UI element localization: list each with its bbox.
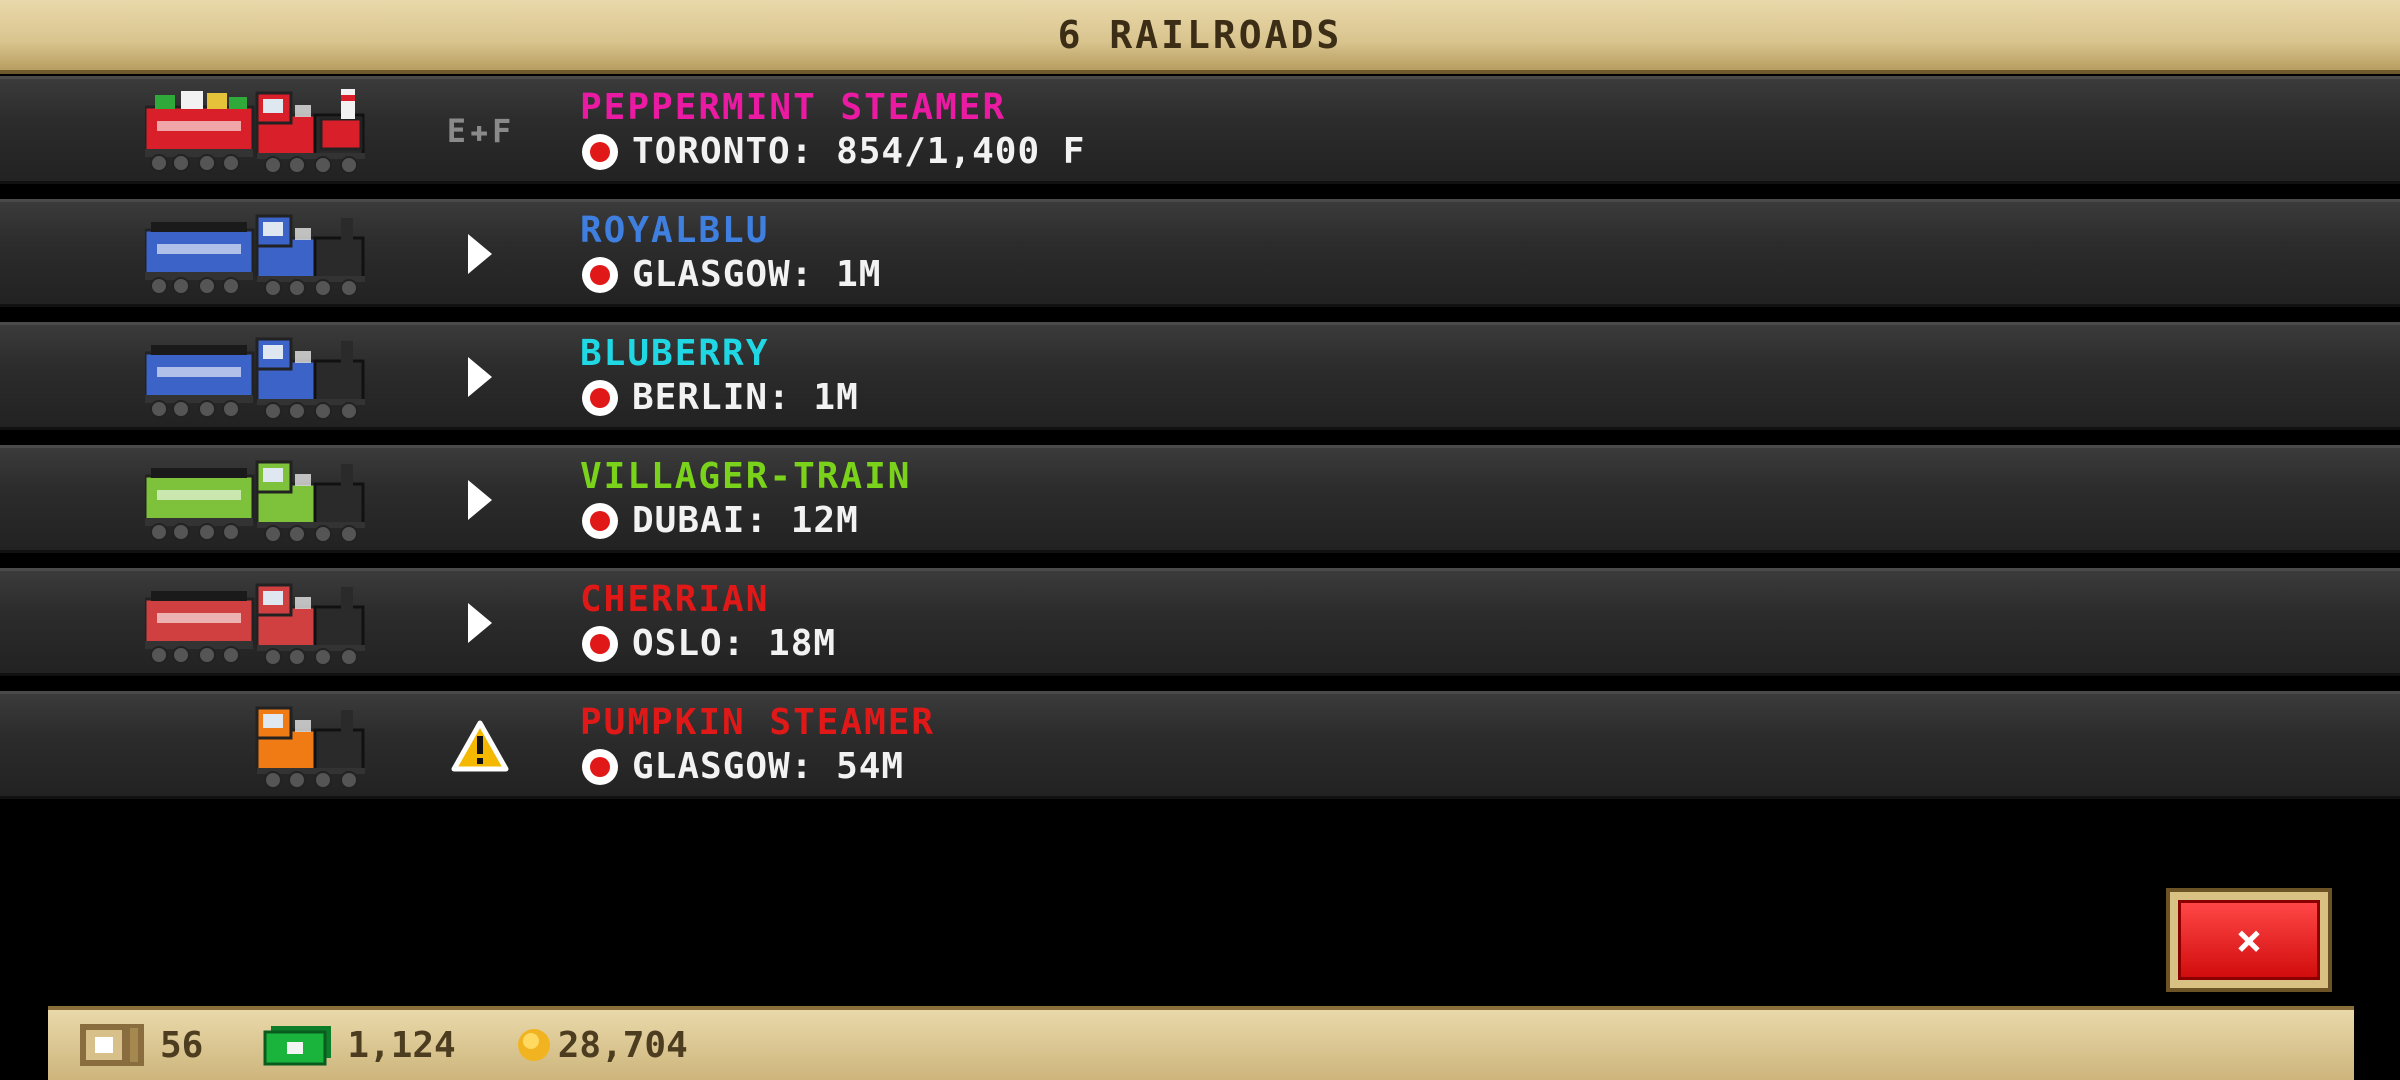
train-icon [143, 208, 375, 300]
close-icon: × [2178, 900, 2320, 980]
warning-icon[interactable] [440, 716, 520, 776]
location-pin-icon [582, 256, 618, 293]
location-text: GLASGOW: 54M [632, 746, 905, 787]
railroad-location: DUBAI: 12M [580, 500, 859, 541]
location-pin-icon [582, 748, 618, 785]
railroad-location: BERLIN: 1M [580, 377, 859, 418]
location-pin-icon [582, 133, 618, 170]
railroad-row[interactable]: VILLAGER-TRAIN DUBAI: 12M [0, 445, 2400, 553]
fuel-gauge-icon: E ✚ F [446, 112, 514, 150]
tickets-count: 56 [160, 1024, 204, 1066]
railroad-name: PUMPKIN STEAMER [580, 702, 936, 743]
header-bar: 6 RAILROADS [0, 0, 2400, 74]
coin-icon [517, 1029, 550, 1061]
play-icon[interactable] [440, 347, 520, 407]
railroad-row[interactable]: ROYALBLU GLASGOW: 1M [0, 199, 2400, 307]
railroad-location: OSLO: 18M [580, 623, 836, 664]
location-pin-icon [582, 502, 618, 539]
cash-icon [263, 1026, 332, 1066]
location-text: DUBAI: 12M [632, 500, 859, 541]
location-pin-icon [582, 379, 618, 416]
train-icon [145, 700, 375, 792]
railroad-name: ROYALBLU [580, 210, 770, 251]
railroad-name: VILLAGER-TRAIN [580, 456, 912, 497]
fuel-gauge-empty-label: E [446, 112, 468, 150]
railroad-location: TORONTO: 854/1,400 F [580, 131, 1085, 172]
page-title: 6 RAILROADS [1057, 13, 1343, 57]
railroad-location: GLASGOW: 54M [580, 746, 904, 787]
railroad-location: GLASGOW: 1M [580, 254, 881, 295]
train-icon [143, 454, 375, 546]
railroad-list: E ✚ F PEPPERMINT STEAMER TORONTO: 854/1,… [0, 76, 2400, 814]
play-icon[interactable] [440, 470, 520, 530]
location-text: OSLO: 18M [632, 623, 837, 664]
ticket-icon [80, 1024, 144, 1066]
train-icon [143, 331, 375, 423]
coins-count: 28,704 [557, 1024, 688, 1066]
railroad-row[interactable]: BLUBERRY BERLIN: 1M [0, 322, 2400, 430]
location-text: GLASGOW: 1M [632, 254, 882, 295]
railroad-name: PEPPERMINT STEAMER [580, 87, 1007, 128]
tickets-stat: 56 [78, 1022, 203, 1068]
resource-bar: 56 1,124 28,704 [48, 1006, 2354, 1080]
railroad-name: BLUBERRY [580, 333, 770, 374]
train-icon [143, 577, 375, 669]
play-icon[interactable] [440, 593, 520, 653]
coins-stat: 28,704 [516, 1025, 688, 1066]
close-button[interactable]: × [2166, 888, 2332, 992]
location-pin-icon [582, 625, 618, 662]
play-icon[interactable] [440, 224, 520, 284]
railroad-row[interactable]: E ✚ F PEPPERMINT STEAMER TORONTO: 854/1,… [0, 76, 2400, 184]
railroad-row[interactable]: PUMPKIN STEAMER GLASGOW: 54M [0, 691, 2400, 799]
cash-count: 1,124 [347, 1024, 456, 1066]
railroad-row[interactable]: CHERRIAN OSLO: 18M [0, 568, 2400, 676]
train-icon [143, 85, 375, 177]
location-text: TORONTO: 854/1,400 F [632, 131, 1086, 172]
railroad-name: CHERRIAN [580, 579, 770, 620]
cash-stat: 1,124 [263, 1024, 456, 1066]
fuel-gauge-full-label: F [492, 112, 514, 150]
location-text: BERLIN: 1M [632, 377, 859, 418]
